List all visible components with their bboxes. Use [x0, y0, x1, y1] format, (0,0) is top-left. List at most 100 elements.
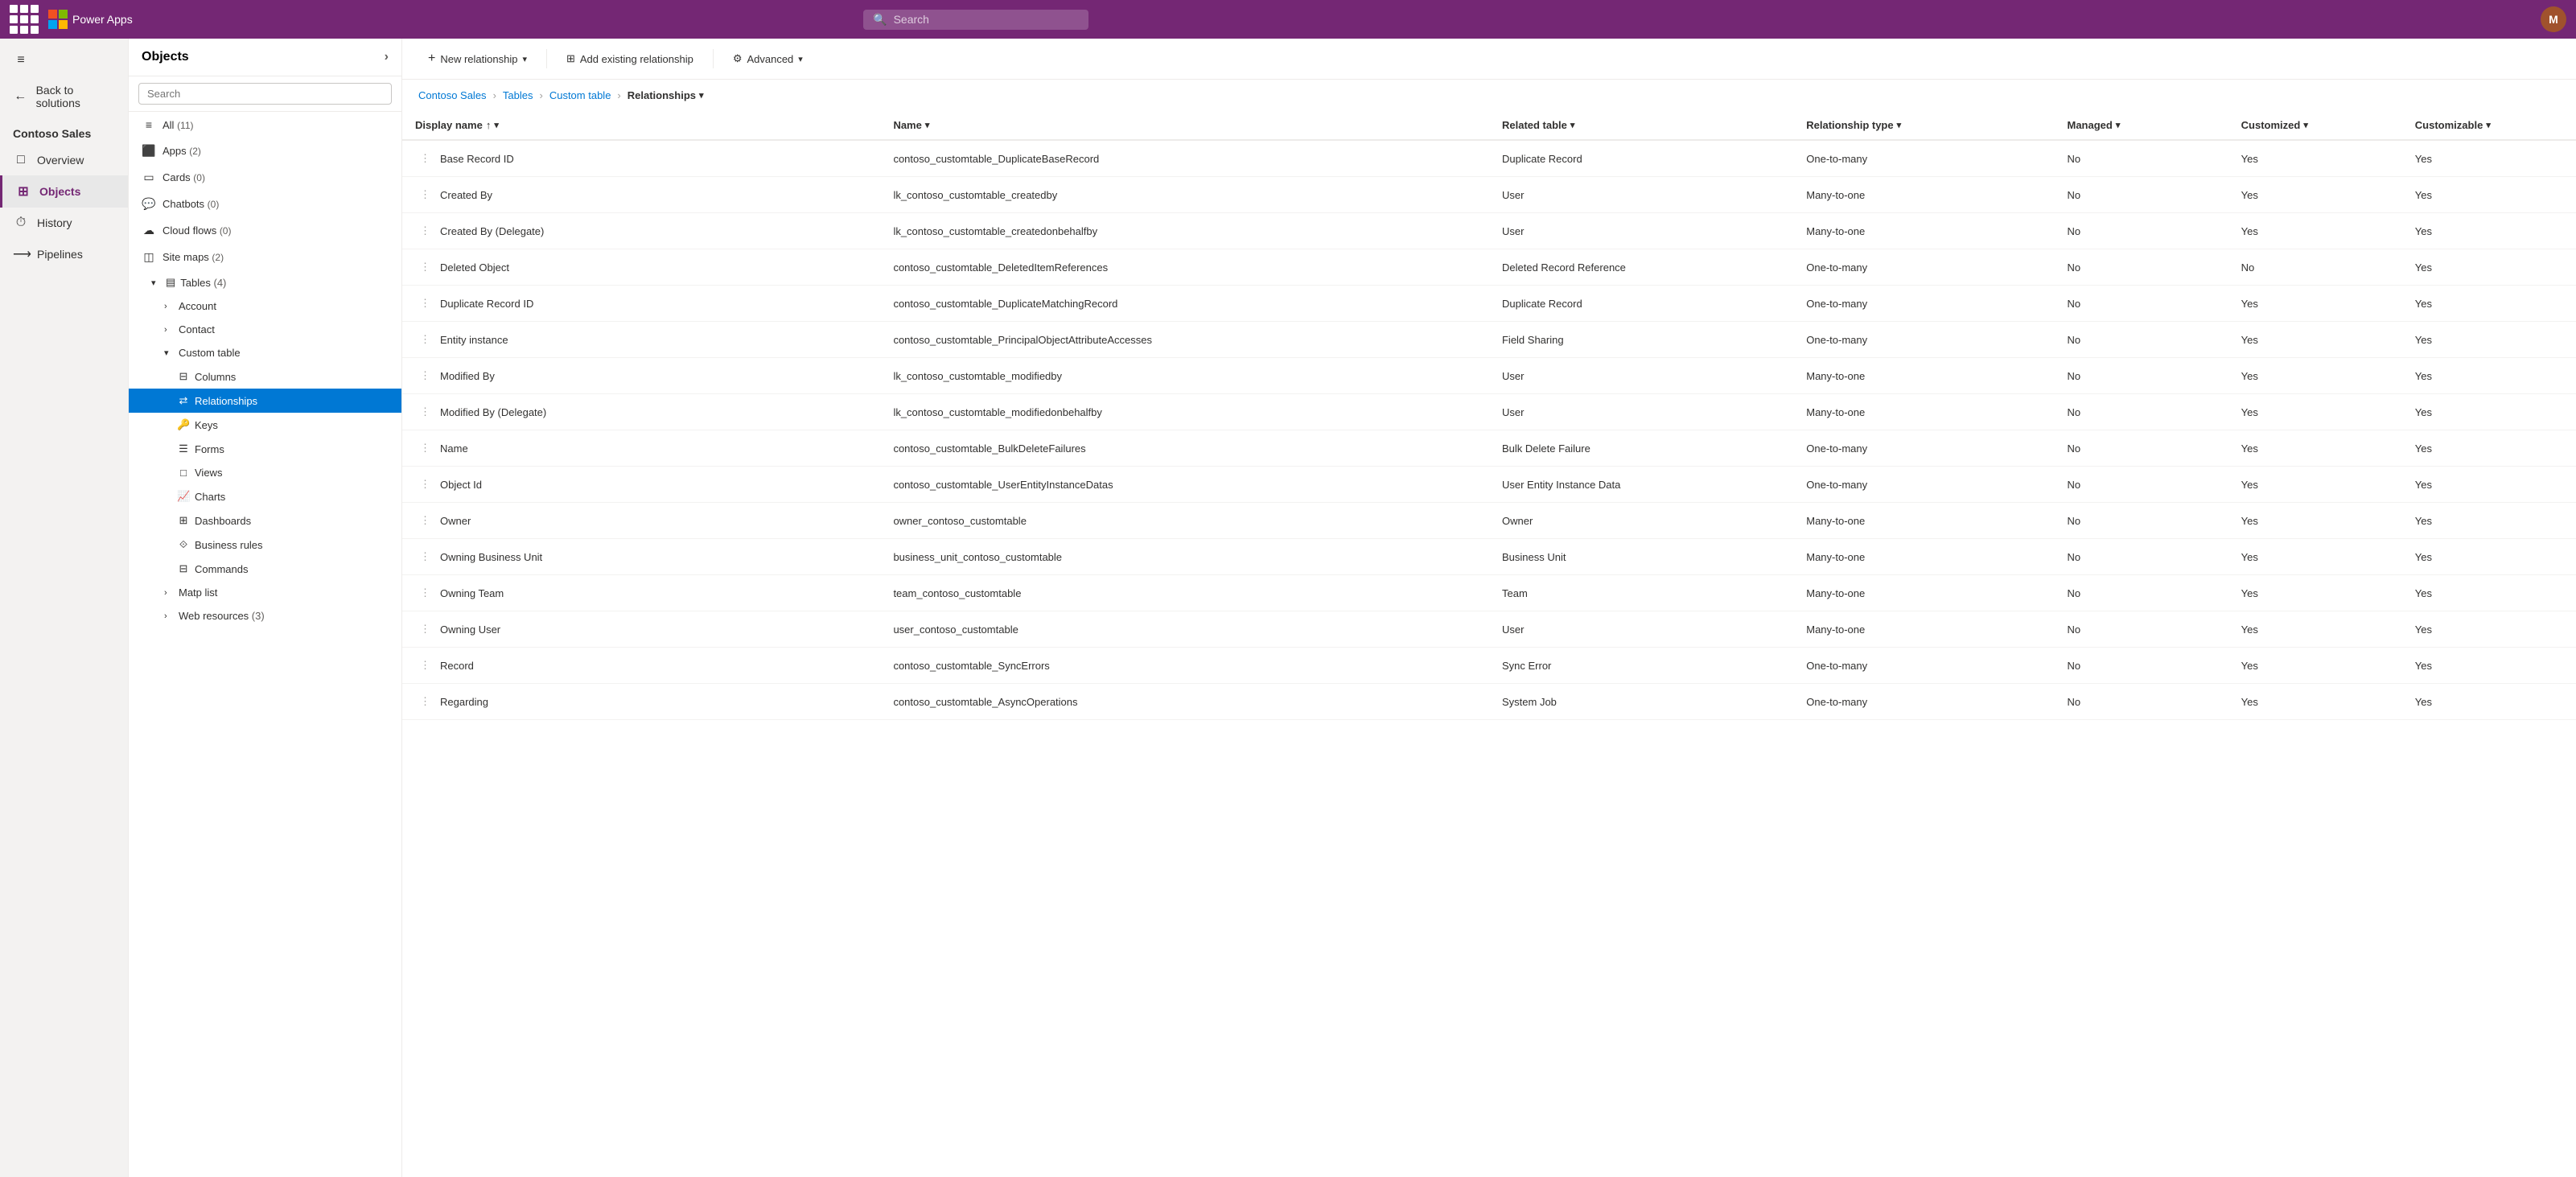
- cell-related-9: User Entity Instance Data: [1489, 467, 1793, 503]
- sidebar-item-columns[interactable]: ⊟ Columns: [129, 364, 401, 389]
- col-managed[interactable]: Managed ▾: [2054, 111, 2228, 140]
- sidebar-item-all[interactable]: ≡ All (11): [129, 112, 401, 138]
- col-name[interactable]: Name ▾: [880, 111, 1489, 140]
- tables-label: Tables (4): [180, 277, 226, 289]
- row-menu-2[interactable]: ⋮: [415, 221, 435, 241]
- row-menu-9[interactable]: ⋮: [415, 475, 435, 494]
- cell-managed-10: No: [2054, 503, 2228, 539]
- cell-type-6: Many-to-one: [1793, 358, 2054, 394]
- breadcrumb-dropdown-icon[interactable]: ▾: [699, 90, 704, 101]
- row-menu-4[interactable]: ⋮: [415, 294, 435, 313]
- cell-customized-12: Yes: [2228, 575, 2402, 611]
- sidebar-item-forms[interactable]: ☰ Forms: [129, 437, 401, 461]
- row-menu-7[interactable]: ⋮: [415, 402, 435, 422]
- row-menu-5[interactable]: ⋮: [415, 330, 435, 349]
- cards-icon: ▭: [142, 171, 156, 184]
- sidebar-item-charts[interactable]: 📈 Charts: [129, 484, 401, 508]
- cell-display-name-2: ⋮ Created By (Delegate): [402, 213, 508, 249]
- businessrules-label: Business rules: [195, 539, 263, 551]
- advanced-button[interactable]: ⚙ Advanced ▾: [723, 47, 813, 70]
- col-related-table[interactable]: Related table ▾: [1489, 111, 1793, 140]
- sidebar-item-customtable[interactable]: ▾ Custom table: [129, 341, 401, 364]
- breadcrumb-contoso[interactable]: Contoso Sales: [418, 89, 487, 101]
- cell-type-14: One-to-many: [1793, 648, 2054, 684]
- related-sort-icon: ▾: [1570, 120, 1575, 130]
- add-existing-relationship-button[interactable]: ⊞ Add existing relationship: [557, 47, 703, 70]
- sidebar-item-businessrules[interactable]: ⟐ Business rules: [129, 533, 401, 557]
- sidebar-item-matplist[interactable]: › Matp list: [129, 581, 401, 604]
- col-relationship-type[interactable]: Relationship type ▾: [1793, 111, 2054, 140]
- sidebar-item-keys[interactable]: 🔑 Keys: [129, 413, 401, 437]
- sidebar-search-input[interactable]: [138, 83, 392, 105]
- row-menu-3[interactable]: ⋮: [415, 257, 435, 277]
- tables-collapse-icon: ▾: [151, 278, 161, 288]
- sidebar-item-commands[interactable]: ⊟ Commands: [129, 557, 401, 581]
- row-menu-1[interactable]: ⋮: [415, 185, 435, 204]
- row-menu-0[interactable]: ⋮: [415, 149, 435, 168]
- row-menu-8[interactable]: ⋮: [415, 438, 435, 458]
- col-display-name[interactable]: Display name ↑▾: [402, 111, 880, 140]
- sidebar-item-sitemaps[interactable]: ◫ Site maps (2): [129, 244, 401, 270]
- table-row: ⋮ Owner owner_contoso_customtable Owner …: [402, 503, 2576, 539]
- cell-name-4: contoso_customtable_DuplicateMatchingRec…: [880, 286, 1489, 322]
- nav-history[interactable]: ⏱ History: [0, 208, 128, 238]
- cell-managed-9: No: [2054, 467, 2228, 503]
- sidebar-item-cards[interactable]: ▭ Cards (0): [129, 164, 401, 191]
- cell-customizable-8: Yes: [2402, 430, 2576, 467]
- breadcrumb-tables[interactable]: Tables: [503, 89, 533, 101]
- table-row: ⋮ Owning Team team_contoso_customtable T…: [402, 575, 2576, 611]
- sidebar-item-relationships[interactable]: ⇄ Relationships: [129, 389, 401, 413]
- nav-pipelines[interactable]: ⟶ Pipelines: [0, 238, 128, 270]
- nav-objects[interactable]: ⊞ Objects: [0, 175, 128, 208]
- new-relationship-button[interactable]: + New relationship ▾: [418, 47, 537, 71]
- collapse-sidebar-icon[interactable]: ›: [385, 50, 389, 64]
- cell-name-15: contoso_customtable_AsyncOperations: [880, 684, 1489, 720]
- row-menu-11[interactable]: ⋮: [415, 547, 435, 566]
- hamburger-menu[interactable]: ≡: [0, 45, 128, 76]
- left-nav: ≡ ← Back to solutions Contoso Sales □ Ov…: [0, 39, 129, 1177]
- nav-overview[interactable]: □ Overview: [0, 145, 128, 175]
- managed-sort-icon: ▾: [2116, 120, 2121, 130]
- relationships-label: Relationships: [195, 395, 257, 407]
- row-menu-15[interactable]: ⋮: [415, 692, 435, 711]
- col-customized[interactable]: Customized ▾: [2228, 111, 2402, 140]
- cell-name-1: lk_contoso_customtable_createdby: [880, 177, 1489, 213]
- avatar[interactable]: M: [2541, 6, 2566, 32]
- sidebar-item-chatbots[interactable]: 💬 Chatbots (0): [129, 191, 401, 217]
- sidebar-item-views[interactable]: □ Views: [129, 461, 401, 484]
- col-customizable[interactable]: Customizable ▾: [2402, 111, 2576, 140]
- cell-name-9: contoso_customtable_UserEntityInstanceDa…: [880, 467, 1489, 503]
- cell-customized-14: Yes: [2228, 648, 2402, 684]
- sidebar-item-account[interactable]: › Account: [129, 294, 401, 318]
- table-row: ⋮ Modified By (Delegate) lk_contoso_cust…: [402, 394, 2576, 430]
- cell-type-1: Many-to-one: [1793, 177, 2054, 213]
- sidebar-item-cloudflows[interactable]: ☁ Cloud flows (0): [129, 217, 401, 244]
- breadcrumb-customtable[interactable]: Custom table: [549, 89, 611, 101]
- sort-dropdown-icon[interactable]: ▾: [494, 120, 499, 130]
- customtable-collapse-icon: ▾: [164, 348, 174, 358]
- cell-customized-5: Yes: [2228, 322, 2402, 358]
- search-input[interactable]: [894, 13, 1071, 26]
- cell-customized-9: Yes: [2228, 467, 2402, 503]
- row-menu-10[interactable]: ⋮: [415, 511, 435, 530]
- views-icon: □: [177, 467, 190, 479]
- toolbar-divider-2: [713, 49, 714, 68]
- row-menu-14[interactable]: ⋮: [415, 656, 435, 675]
- row-menu-12[interactable]: ⋮: [415, 583, 435, 603]
- cell-type-3: One-to-many: [1793, 249, 2054, 286]
- sidebar-item-webresources[interactable]: › Web resources (3): [129, 604, 401, 628]
- topbar-search-box[interactable]: 🔍: [863, 10, 1088, 30]
- row-menu-13[interactable]: ⋮: [415, 619, 435, 639]
- sidebar-item-apps[interactable]: ⬛ Apps (2): [129, 138, 401, 164]
- cell-display-name-14: ⋮ Record: [402, 648, 508, 683]
- back-to-solutions[interactable]: ← Back to solutions: [0, 76, 128, 117]
- cell-name-6: lk_contoso_customtable_modifiedby: [880, 358, 1489, 394]
- sidebar-tables-group[interactable]: ▾ ▤ Tables (4): [129, 270, 401, 294]
- sidebar-item-dashboards[interactable]: ⊞ Dashboards: [129, 508, 401, 533]
- waffle-icon[interactable]: [10, 5, 39, 34]
- cell-display-name-5: ⋮ Entity instance: [402, 322, 508, 357]
- row-menu-6[interactable]: ⋮: [415, 366, 435, 385]
- table-header-row: Display name ↑▾ Name ▾ Related table ▾ R…: [402, 111, 2576, 140]
- customized-sort-icon: ▾: [2303, 120, 2308, 130]
- sidebar-item-contact[interactable]: › Contact: [129, 318, 401, 341]
